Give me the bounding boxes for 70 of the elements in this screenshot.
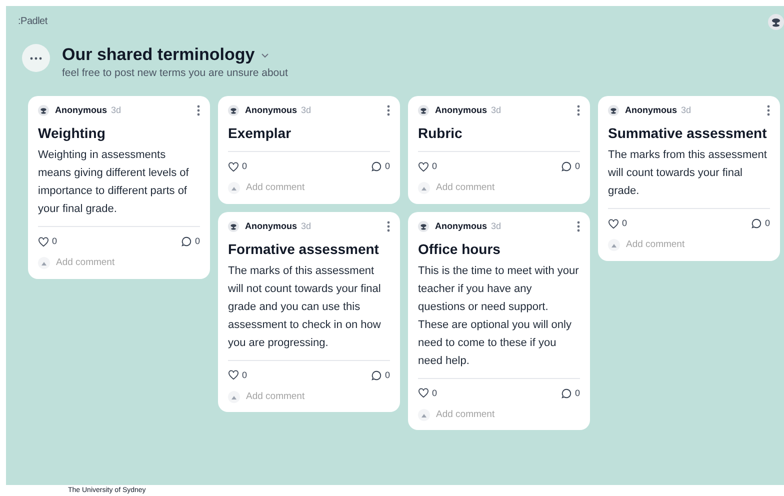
- like-count: 0: [432, 386, 438, 400]
- chevron-down-icon[interactable]: [260, 52, 269, 58]
- board-subtitle: feel free to post new terms you are unsure about: [62, 66, 288, 81]
- comment-icon[interactable]: [180, 236, 192, 247]
- avatar-icon: [418, 105, 429, 116]
- post-title: Formative assessment: [228, 240, 380, 258]
- like-count: 0: [242, 368, 248, 382]
- post-age: 3d: [301, 220, 312, 233]
- post-age: 3d: [491, 104, 502, 117]
- add-comment-field[interactable]: Add comment: [56, 256, 176, 270]
- add-comment-field[interactable]: Add comment: [436, 408, 556, 422]
- add-comment-field[interactable]: Add comment: [436, 181, 556, 196]
- post-title: Rubric: [418, 124, 464, 143]
- post-age: 3d: [491, 220, 502, 233]
- comment-count: 0: [574, 160, 580, 173]
- author-name: Anonymous: [245, 104, 298, 117]
- author-name: Anonymous: [435, 220, 488, 233]
- author-name: Anonymous: [625, 104, 678, 117]
- heart-icon[interactable]: [228, 162, 239, 172]
- post-title: Office hours: [418, 240, 502, 258]
- comment-icon[interactable]: [370, 161, 382, 172]
- author-name: Anonymous: [435, 104, 488, 117]
- heart-icon[interactable]: [38, 236, 49, 246]
- comment-count: 0: [384, 160, 390, 173]
- author-name: Anonymous: [245, 220, 298, 233]
- comment-icon[interactable]: [560, 161, 572, 172]
- post-age: 3d: [681, 104, 692, 117]
- account-avatar-icon: [768, 14, 784, 30]
- post-age: 3d: [111, 104, 122, 117]
- more-icon[interactable]: [387, 105, 390, 116]
- post-title: Weighting: [38, 124, 106, 143]
- comment-count: 0: [194, 234, 200, 248]
- comment-count: 0: [574, 386, 580, 400]
- more-icon[interactable]: [767, 105, 770, 116]
- like-count: 0: [242, 160, 248, 173]
- more-icon[interactable]: [387, 221, 390, 232]
- post-title: Exemplar: [228, 124, 292, 143]
- like-count: 0: [52, 234, 58, 248]
- like-count: 0: [622, 216, 628, 230]
- post-age: 3d: [301, 104, 312, 117]
- heart-icon[interactable]: [608, 218, 619, 228]
- post-title: Summative assessment: [608, 124, 768, 143]
- post-body: This is the time to meet with your teacher if you have any questions or need support. These are optional you will only need to come to these if you need help.: [418, 264, 580, 368]
- brand-logo[interactable]: :Padlet: [18, 14, 48, 29]
- more-icon[interactable]: [577, 221, 580, 232]
- comment-count: 0: [384, 368, 390, 382]
- board-title: Our shared terminology: [62, 44, 255, 66]
- more-horizontal-icon: [30, 56, 42, 60]
- heart-icon[interactable]: [418, 388, 429, 398]
- comment-count: 0: [764, 216, 770, 230]
- like-count: 0: [432, 160, 438, 173]
- add-comment-field[interactable]: Add comment: [246, 181, 366, 196]
- avatar-icon: [418, 221, 429, 232]
- avatar-icon: [228, 105, 239, 116]
- post-body: Weighting in assessments means giving different levels of importance to different parts of your final grade.: [38, 148, 190, 217]
- post-body: The marks from this assessment will count towards your final grade.: [608, 148, 768, 199]
- heart-icon[interactable]: [418, 162, 429, 172]
- avatar-icon: [228, 221, 239, 232]
- more-icon[interactable]: [197, 105, 200, 116]
- comment-icon[interactable]: [560, 388, 572, 399]
- more-icon[interactable]: [577, 105, 580, 116]
- heart-icon[interactable]: [228, 370, 239, 380]
- avatar-icon: [38, 105, 49, 116]
- comment-icon[interactable]: [750, 218, 762, 229]
- author-name: Anonymous: [55, 104, 108, 117]
- add-comment-field[interactable]: Add comment: [246, 390, 366, 404]
- post-body: The marks of this assessment will not count towards your final grade and you can use this assessment to check in on how you are progressing.: [228, 264, 382, 350]
- avatar-icon: [608, 105, 619, 116]
- comment-icon[interactable]: [370, 370, 382, 381]
- add-comment-field[interactable]: Add comment: [626, 238, 746, 252]
